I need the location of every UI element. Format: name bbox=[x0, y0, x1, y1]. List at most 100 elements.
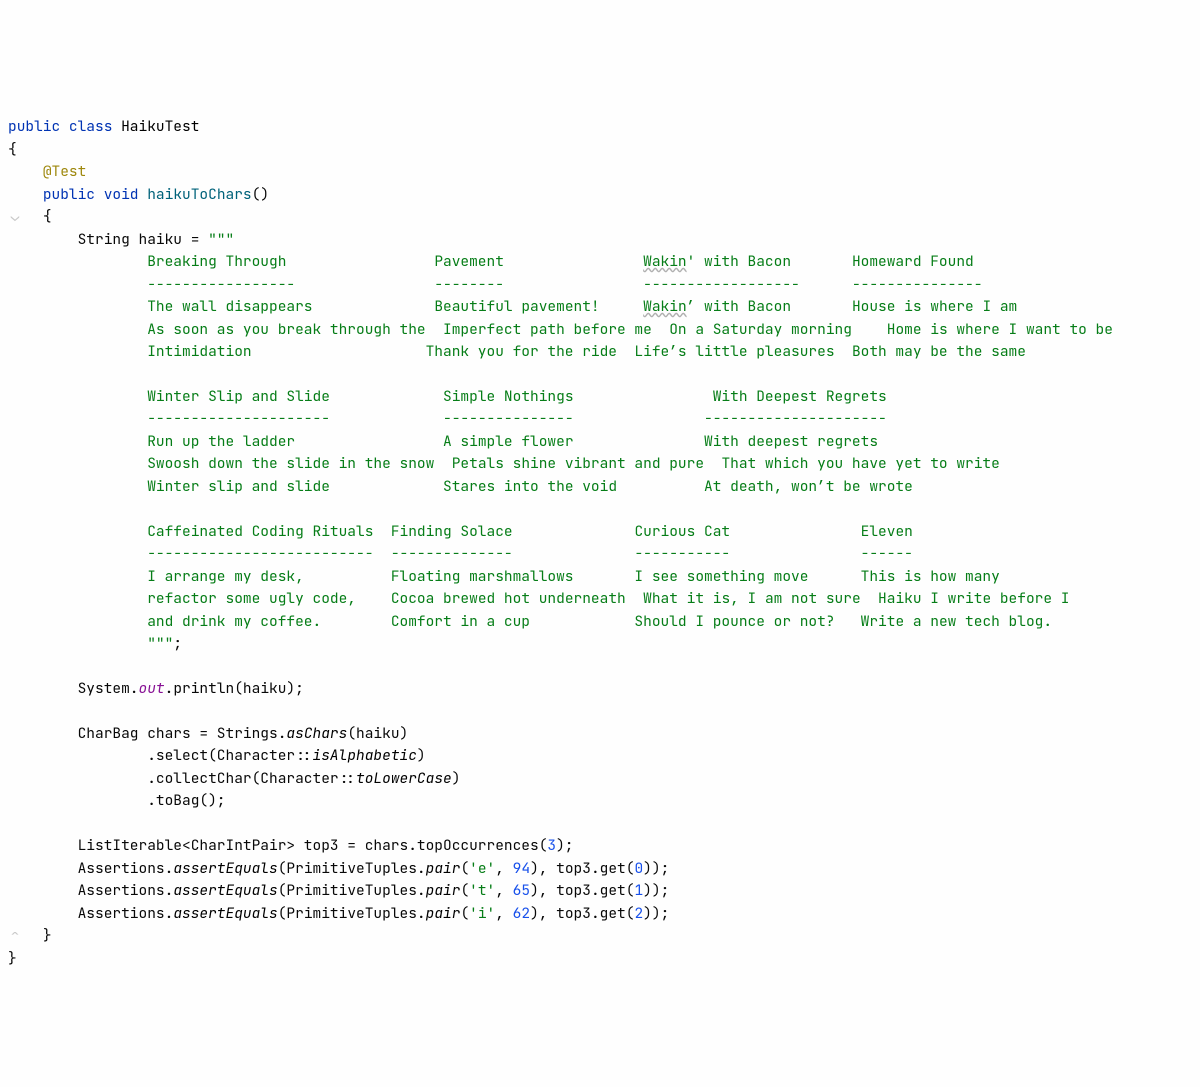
number: 3 bbox=[547, 836, 556, 855]
string-text: Write a new tech blog. bbox=[861, 612, 1052, 631]
string-text: -------------------------- bbox=[147, 544, 373, 563]
string-text: Life’s little pleasures bbox=[634, 342, 834, 361]
string-text: refactor some ugly code, bbox=[147, 589, 356, 608]
code-line: System.out.println(haiku); bbox=[8, 679, 304, 698]
code-line: .toBag(); bbox=[8, 791, 226, 810]
string-text: I see something move bbox=[634, 567, 808, 586]
string-text: --------------- bbox=[443, 409, 574, 428]
string-text: Comfort in a cup bbox=[391, 612, 530, 631]
code-line: The wall disappears Beautiful pavement! … bbox=[8, 297, 1017, 316]
string-text: Floating marshmallows bbox=[391, 567, 574, 586]
string-text: Simple Nothings bbox=[443, 387, 574, 406]
var-decl: CharBag chars = Strings. bbox=[78, 724, 287, 743]
paren: ) bbox=[452, 769, 461, 788]
string-text: Winter slip and slide bbox=[147, 477, 330, 496]
char-literal: 't' bbox=[469, 881, 495, 900]
args: ), top3.get( bbox=[530, 881, 634, 900]
string-text: This is how many bbox=[861, 567, 1000, 586]
qualifier: (PrimitiveTuples. bbox=[278, 859, 426, 878]
string-text: On a Saturday morning bbox=[669, 320, 852, 339]
string-text: ’ with Bacon bbox=[687, 297, 791, 316]
string-text: ----------- bbox=[634, 544, 730, 563]
string-text: With deepest regrets bbox=[704, 432, 878, 451]
method-call: .collectChar(Character:: bbox=[147, 769, 356, 788]
string-text: That which you have yet to write bbox=[721, 454, 999, 473]
code-line: and drink my coffee. Comfort in a cup Sh… bbox=[8, 612, 1052, 631]
method-call: .println(haiku); bbox=[165, 679, 304, 698]
method-ref: toLowerCase bbox=[356, 769, 452, 788]
code-line: ⌄ { bbox=[8, 207, 52, 226]
string-text: Breaking Through bbox=[147, 252, 286, 271]
paren: ); bbox=[556, 836, 573, 855]
code-line: @Test bbox=[8, 162, 86, 181]
code-line: .collectChar(Character::toLowerCase) bbox=[8, 769, 460, 788]
qualifier: System. bbox=[78, 679, 139, 698]
string-text: As soon as you break through the bbox=[147, 320, 425, 339]
code-line: Assertions.assertEquals(PrimitiveTuples.… bbox=[8, 881, 669, 900]
method-static: pair bbox=[426, 904, 461, 923]
code-line: Caffeinated Coding Rituals Finding Solac… bbox=[8, 522, 913, 541]
method-call: .select(Character:: bbox=[147, 746, 312, 765]
qualifier: Assertions. bbox=[78, 904, 174, 923]
code-line: Winter Slip and Slide Simple Nothings Wi… bbox=[8, 387, 887, 406]
fold-icon[interactable]: ⌄ bbox=[8, 206, 22, 228]
string-text: House is where I am bbox=[852, 297, 1017, 316]
paren: )); bbox=[643, 904, 669, 923]
number: 94 bbox=[513, 859, 530, 878]
string-text: A simple flower bbox=[443, 432, 574, 451]
code-line: Intimidation Thank you for the ride Life… bbox=[8, 342, 1026, 361]
code-line: Breaking Through Pavement Wakin' with Ba… bbox=[8, 252, 974, 271]
paren: ) bbox=[417, 746, 426, 765]
string-text: ----------------- bbox=[147, 275, 295, 294]
args: ), top3.get( bbox=[530, 859, 634, 878]
code-line: """; bbox=[8, 634, 182, 653]
method-static: asChars bbox=[286, 724, 347, 743]
paren: )); bbox=[643, 859, 669, 878]
number: 1 bbox=[634, 881, 643, 900]
code-line: I arrange my desk, Floating marshmallows… bbox=[8, 567, 1000, 586]
string-text: Finding Solace bbox=[391, 522, 513, 541]
char-literal: 'e' bbox=[469, 859, 495, 878]
string-text: Run up the ladder bbox=[147, 432, 295, 451]
semicolon: ; bbox=[173, 634, 182, 653]
code-line: ListIterable<CharIntPair> top3 = chars.t… bbox=[8, 836, 574, 855]
string-text: Both may be the same bbox=[852, 342, 1026, 361]
var-decl: String haiku = bbox=[78, 230, 209, 249]
string-text: Caffeinated Coding Rituals bbox=[147, 522, 373, 541]
code-line: public void haikuToChars() bbox=[8, 185, 269, 204]
qualifier: (PrimitiveTuples. bbox=[278, 904, 426, 923]
brace: { bbox=[8, 140, 17, 159]
string-text: Pavement bbox=[434, 252, 504, 271]
code-line: Assertions.assertEquals(PrimitiveTuples.… bbox=[8, 859, 669, 878]
string-text: Curious Cat bbox=[634, 522, 730, 541]
code-line: Winter slip and slide Stares into the vo… bbox=[8, 477, 913, 496]
method-static: assertEquals bbox=[173, 904, 277, 923]
brace: { bbox=[43, 207, 52, 226]
string-text: Haiku I write before I bbox=[878, 589, 1069, 608]
string-text: The wall disappears bbox=[147, 297, 312, 316]
code-editor: public class HaikuTest { @Test public vo… bbox=[8, 94, 1192, 970]
annotation: @Test bbox=[43, 162, 87, 181]
string-text: ------------------ bbox=[643, 275, 800, 294]
class-name: HaikuTest bbox=[121, 117, 199, 136]
string-text: Should I pounce or not? bbox=[634, 612, 834, 631]
code-line: As soon as you break through the Imperfe… bbox=[8, 320, 1113, 339]
code-line: { bbox=[8, 140, 17, 159]
method-name: haikuToChars bbox=[147, 185, 251, 204]
string-text: Imperfect path before me bbox=[443, 320, 652, 339]
code-line: --------------------- --------------- --… bbox=[8, 409, 887, 428]
brace: } bbox=[8, 949, 17, 968]
code-line bbox=[8, 657, 17, 676]
string-close: """ bbox=[147, 634, 173, 653]
string-text: --------------------- bbox=[147, 409, 330, 428]
string-text: Cocoa brewed hot underneath bbox=[391, 589, 626, 608]
string-text: Intimidation bbox=[147, 342, 251, 361]
string-text: Home is where I want to be bbox=[887, 320, 1113, 339]
method-static: assertEquals bbox=[173, 881, 277, 900]
string-text: --------------- bbox=[852, 275, 983, 294]
string-open: """ bbox=[208, 230, 234, 249]
string-text: Swoosh down the slide in the snow bbox=[147, 454, 434, 473]
fold-icon[interactable]: ⌃ bbox=[8, 925, 22, 947]
brace: } bbox=[43, 926, 52, 945]
method-static: pair bbox=[426, 859, 461, 878]
